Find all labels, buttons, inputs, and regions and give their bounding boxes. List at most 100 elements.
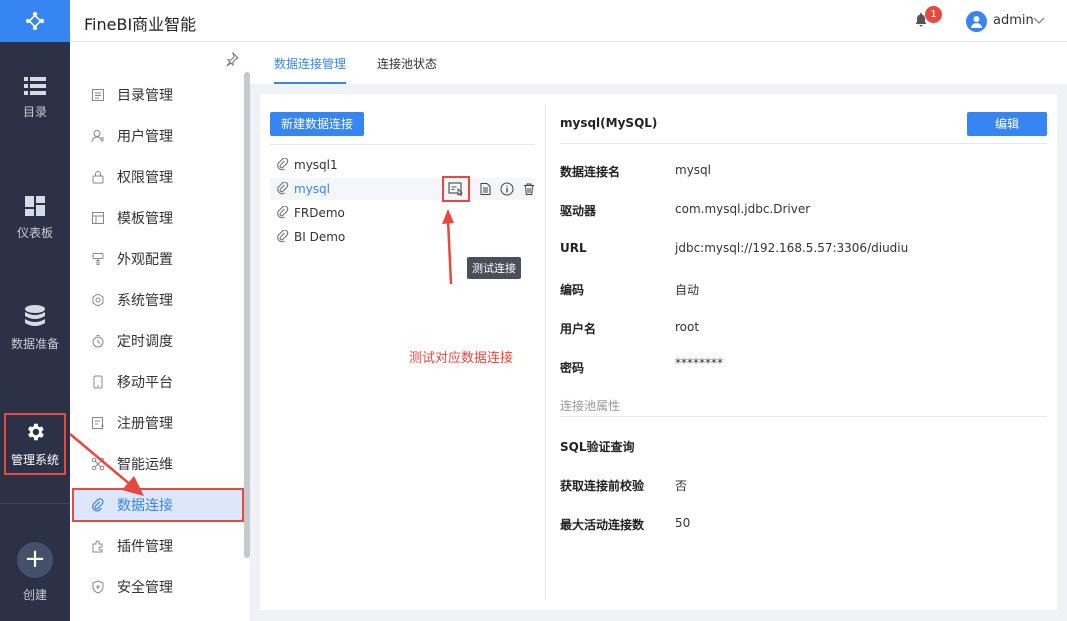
field-label: 用户名	[560, 322, 597, 336]
menu-item-plugins[interactable]: 插件管理	[70, 529, 244, 563]
brush-icon	[90, 251, 106, 267]
annotation-arrow	[69, 433, 144, 496]
tooltip: 测试连接	[467, 257, 521, 279]
main-content: 数据连接管理 连接池状态 新建数据连接 mysql1 mysql FRDemo …	[250, 42, 1067, 621]
app-logo[interactable]	[0, 0, 70, 42]
menu-item-label: 系统管理	[117, 293, 173, 309]
timer-icon	[90, 333, 106, 349]
rail-item-label: 目录	[22, 104, 47, 119]
annotation-arrow	[442, 209, 454, 285]
field-value: mysql	[675, 163, 711, 177]
menu-item-system[interactable]: 系统管理	[70, 283, 244, 317]
menu-item-templates[interactable]: 模板管理	[70, 201, 244, 235]
rail-item-dashboard[interactable]: 仪表板	[0, 178, 70, 258]
link-icon	[276, 230, 290, 244]
rail-item-label: 管理系统	[10, 452, 59, 467]
settings-icon	[90, 292, 106, 308]
plugin-icon	[90, 538, 106, 554]
list-item[interactable]: BI Demo	[270, 226, 535, 248]
menu-item-catalog[interactable]: 目录管理	[70, 78, 244, 112]
menu-item-users[interactable]: 用户管理	[70, 119, 244, 153]
field-label: 数据连接名	[560, 165, 621, 179]
menu-item-label: 目录管理	[117, 88, 173, 104]
pin-icon[interactable]	[225, 52, 239, 66]
field-value: 自动	[675, 283, 700, 297]
menu-item-label: 外观配置	[117, 252, 173, 268]
notification-badge: 1	[925, 6, 942, 23]
edit-button[interactable]: 编辑	[967, 112, 1047, 136]
connection-name: BI Demo	[294, 230, 346, 244]
catalog-icon	[90, 87, 106, 103]
menu-item-label: 定时调度	[117, 334, 173, 350]
panel-divider	[545, 104, 546, 600]
rail-item-data-prep[interactable]: 数据准备	[0, 288, 70, 368]
field-label: 编码	[560, 283, 585, 297]
tab-connection-management[interactable]: 数据连接管理	[274, 42, 347, 84]
mobile-icon	[90, 374, 106, 390]
pool-section-label: 连接池属性	[560, 399, 621, 413]
list-divider	[270, 144, 535, 145]
top-bar: FineBI商业智能 1 admin	[70, 0, 1067, 42]
rail-item-catalog[interactable]: 目录	[0, 58, 70, 138]
connection-name: FRDemo	[294, 206, 345, 220]
tab-bar: 数据连接管理 连接池状态	[250, 42, 1067, 84]
menu-item-schedule[interactable]: 定时调度	[70, 324, 244, 358]
menu-item-permissions[interactable]: 权限管理	[70, 160, 244, 194]
document-icon[interactable]	[478, 182, 492, 196]
tab-pool-status[interactable]: 连接池状态	[377, 42, 437, 84]
database-icon	[25, 304, 45, 326]
avatar[interactable]	[966, 11, 987, 32]
link-icon	[276, 158, 290, 172]
field-label: 获取连接前校验	[560, 479, 645, 493]
field-value: ********	[675, 356, 723, 370]
template-icon	[90, 210, 106, 226]
annotation-label: 测试对应数据连接	[409, 351, 514, 366]
connection-name: mysql1	[294, 158, 338, 172]
left-rail: 目录 仪表板 数据准备 管理系统 + 创建	[0, 0, 70, 621]
menu-item-mobile[interactable]: 移动平台	[70, 365, 244, 399]
connection-panel: 新建数据连接 mysql1 mysql FRDemo BI Demo 测试连接 …	[260, 94, 1057, 610]
list-item[interactable]: FRDemo	[270, 202, 535, 224]
management-menu: 目录管理 用户管理 权限管理 模板管理 外观配置 系统管理 定时调度 移动平台 …	[70, 42, 250, 621]
logo-icon	[25, 11, 45, 31]
link-icon	[276, 206, 290, 220]
delete-icon[interactable]	[522, 182, 536, 196]
rail-item-create[interactable]: + 创建	[0, 532, 70, 612]
app-title: FineBI商业智能	[84, 15, 197, 34]
list-item-selected[interactable]: mysql	[270, 176, 536, 202]
lock-icon	[90, 169, 106, 185]
connection-name: mysql	[294, 182, 330, 196]
row-actions	[442, 176, 536, 202]
menu-item-label: 用户管理	[117, 129, 173, 145]
rail-item-label: 数据准备	[10, 336, 59, 351]
field-value: root	[675, 320, 700, 334]
field-label: 密码	[560, 361, 585, 375]
chevron-down-icon[interactable]	[1032, 13, 1046, 27]
plus-icon: +	[17, 541, 53, 578]
field-value: jdbc:mysql://192.168.5.57:3306/diudiu	[675, 241, 909, 255]
menu-item-security[interactable]: 安全管理	[70, 570, 244, 604]
test-connection-button[interactable]	[442, 176, 470, 202]
username[interactable]: admin	[993, 13, 1034, 28]
detail-title: mysql(MySQL)	[560, 116, 658, 130]
menu-item-label: 模板管理	[117, 211, 173, 227]
rail-item-management[interactable]: 管理系统	[4, 413, 66, 475]
list-icon	[24, 76, 46, 95]
rail-item-label: 创建	[22, 587, 47, 602]
menu-item-label: 移动平台	[117, 375, 173, 391]
pool-section-divider	[560, 416, 1047, 417]
gear-icon	[28, 423, 44, 440]
new-connection-button[interactable]: 新建数据连接	[270, 112, 364, 136]
field-label: URL	[560, 241, 587, 255]
menu-item-label: 安全管理	[117, 580, 173, 596]
field-label: SQL验证查询	[560, 440, 635, 454]
register-icon	[90, 415, 106, 431]
menu-item-label: 权限管理	[117, 170, 173, 186]
dashboard-icon	[25, 195, 45, 216]
menu-item-label: 插件管理	[117, 539, 173, 555]
list-item[interactable]: mysql1	[270, 154, 535, 176]
info-icon[interactable]	[500, 182, 514, 196]
menu-item-appearance[interactable]: 外观配置	[70, 242, 244, 276]
test-connection-icon	[448, 182, 463, 197]
user-icon	[90, 128, 106, 144]
